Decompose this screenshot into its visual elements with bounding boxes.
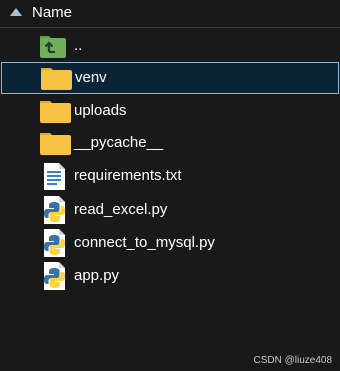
file-row-venv[interactable]: venv (1, 62, 339, 94)
folder-icon (40, 101, 71, 123)
file-row-uploads[interactable]: uploads (0, 95, 340, 127)
folder-up-icon (40, 36, 66, 58)
folder-icon (40, 133, 71, 155)
file-row-read-excel[interactable]: read_excel.py (0, 194, 340, 226)
sort-ascending-arrow-icon[interactable] (10, 8, 22, 16)
file-list-panel: Name .. venv uploads __pycache__ require… (0, 0, 340, 371)
file-name: venv (75, 69, 107, 86)
file-name: uploads (74, 102, 127, 119)
python-file-icon (44, 196, 65, 224)
file-name: read_excel.py (74, 201, 168, 218)
file-name: .. (74, 37, 83, 54)
file-row-app[interactable]: app.py (0, 260, 340, 292)
python-file-icon (44, 229, 65, 257)
file-row-pycache[interactable]: __pycache__ (0, 127, 340, 159)
text-file-icon (44, 163, 65, 190)
watermark: CSDN @liuze408 (253, 355, 332, 366)
file-row-connect-to-mysql[interactable]: connect_to_mysql.py (0, 227, 340, 259)
name-column-header[interactable]: Name (0, 0, 340, 26)
file-name: requirements.txt (74, 167, 182, 184)
file-name: connect_to_mysql.py (74, 234, 215, 251)
folder-icon (41, 68, 72, 90)
file-row-parent[interactable]: .. (0, 30, 340, 62)
header-divider (0, 27, 340, 28)
python-file-icon (44, 262, 65, 290)
file-name: app.py (74, 267, 120, 284)
file-name: __pycache__ (74, 134, 164, 151)
file-row-requirements[interactable]: requirements.txt (0, 160, 340, 192)
name-column-label: Name (32, 4, 73, 21)
